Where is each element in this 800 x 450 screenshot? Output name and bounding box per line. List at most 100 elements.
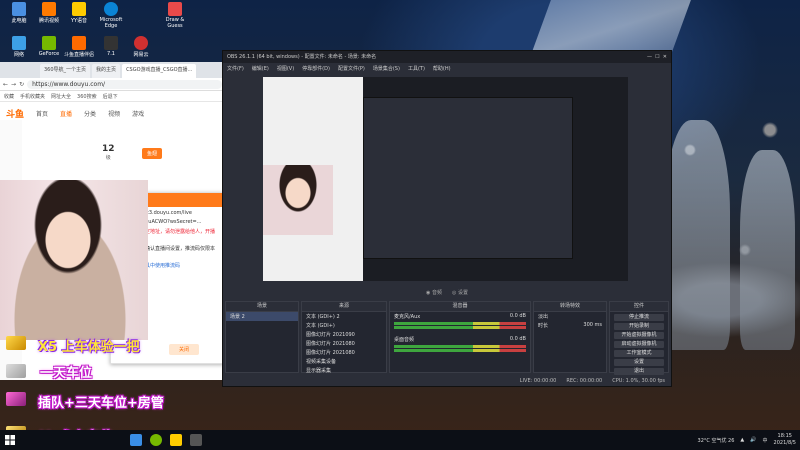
source-item[interactable]: 图像幻灯片 2021090	[302, 330, 386, 339]
address-bar: ← → ↻ https://www.douyu.com/	[0, 78, 225, 91]
browser-tab-strip: 360导航_一个主页 我的主页 CSGO游戏直播_CSGO直播...	[0, 62, 225, 78]
nav-games[interactable]: 游戏	[132, 109, 144, 118]
desktop-icon-this-pc[interactable]: 此电脑	[4, 2, 34, 24]
taskbar-app-icon[interactable]	[130, 434, 142, 446]
forward-icon[interactable]: →	[11, 81, 16, 88]
nav-category[interactable]: 分类	[84, 109, 96, 118]
clock[interactable]: 18:15 2021/8/5	[774, 433, 796, 447]
source-item[interactable]: 视频采集设备	[302, 357, 386, 366]
stop-streaming-button[interactable]: 停止推流	[614, 314, 664, 321]
car-icon	[6, 364, 26, 378]
dock-title: 转场特效	[534, 302, 606, 312]
yy-icon	[72, 2, 86, 16]
obs-preview-toolbar: ◉ 音频 ◎ 设置	[223, 289, 671, 299]
source-item[interactable]: 显示器采集	[302, 366, 386, 375]
menu-scene-collection[interactable]: 场景集合(S)	[373, 65, 400, 72]
obs-window: OBS 26.1.1 (64 bit, windows) - 配置文件: 未命名…	[222, 50, 672, 387]
desktop-icon-tencent-video[interactable]: 腾讯视频	[34, 2, 64, 24]
app-icon	[104, 36, 118, 50]
back-icon[interactable]: ←	[3, 81, 8, 88]
douyu-logo[interactable]: 斗鱼	[6, 107, 24, 120]
maximize-icon[interactable]: ☐	[655, 54, 659, 60]
bookmark-item[interactable]: 后退下	[103, 93, 118, 100]
desktop-icon-edge[interactable]: Microsoft Edge	[96, 2, 126, 29]
desktop-icon-network[interactable]: 网络	[4, 36, 34, 58]
source-item[interactable]: 图像幻灯片 2021080	[302, 348, 386, 357]
car-icon	[6, 392, 26, 406]
menu-tools[interactable]: 工具(T)	[408, 65, 425, 72]
stat-level: 12 级	[102, 144, 115, 161]
mixer-channel-name: 麦克风/Aux 0.0 dB	[394, 313, 526, 320]
obs-taskbar-icon[interactable]	[190, 434, 202, 446]
audio-toggle[interactable]: ◉ 音频	[426, 289, 442, 299]
nav-live[interactable]: 直播	[60, 109, 72, 118]
audio-meter	[394, 349, 526, 352]
nav-video[interactable]: 视频	[108, 109, 120, 118]
mixer-dock: 混音器 麦克风/Aux 0.0 dB 桌面音频 0.0 dB	[389, 301, 531, 373]
wallpaper-figure	[740, 150, 795, 350]
dock-title: 控件	[610, 302, 668, 312]
taskbar-app-icon[interactable]	[150, 434, 162, 446]
source-item[interactable]: 图像幻灯片 2021080	[302, 339, 386, 348]
browser-tab[interactable]: 我的主页	[92, 64, 121, 78]
transition-select[interactable]: 淡出	[534, 312, 606, 321]
ime-icon[interactable]: 中	[763, 437, 768, 444]
virtualcam-button[interactable]: 启动虚拟摄像机	[614, 341, 664, 348]
bookmark-item[interactable]: 360搜索	[77, 93, 97, 100]
tencent-video-icon	[42, 2, 56, 16]
desktop-icon-geforce[interactable]: GeForce	[34, 36, 64, 57]
menu-help[interactable]: 帮助(H)	[433, 65, 451, 72]
bookmark-item[interactable]: 手机收藏夹	[20, 93, 45, 100]
browser-tab-active[interactable]: CSGO游戏直播_CSGO直播...	[122, 64, 197, 78]
system-tray: 32°C 空气优 26 ▲ 🔊 中 18:15 2021/8/5	[698, 430, 796, 450]
preview-webcam	[263, 165, 333, 235]
browser-tab[interactable]: 360导航_一个主页	[40, 64, 91, 78]
exit-button[interactable]: 退出	[614, 368, 664, 375]
desktop-icon-douyu[interactable]: 斗鱼直播伴侣	[64, 36, 94, 58]
desktop-icon-netease[interactable]: 网易云	[126, 36, 156, 58]
network-icon[interactable]: ▲	[740, 437, 744, 443]
close-button[interactable]: 关闭	[169, 344, 200, 355]
wallpaper-figure	[665, 120, 730, 350]
obs-title: OBS 26.1.1 (64 bit, windows) - 配置文件: 未命名…	[227, 54, 377, 60]
weather-widget[interactable]: 32°C 空气优 26	[698, 437, 735, 444]
network-icon	[12, 36, 26, 50]
menu-edit[interactable]: 编辑(E)	[252, 65, 269, 72]
controls-dock: 控件 停止推流 开始录制 开始虚拟摄像机 启动虚拟摄像机 工作室模式 设置 退出	[609, 301, 669, 375]
dock-title: 场景	[226, 302, 298, 312]
menu-view[interactable]: 视图(V)	[277, 65, 294, 72]
settings-button[interactable]: 设置	[614, 359, 664, 366]
scene-item[interactable]: 场景 2	[226, 312, 298, 321]
source-item[interactable]: 文本 (GDI+) 2	[302, 312, 386, 321]
close-icon[interactable]: ✕	[663, 54, 667, 60]
volume-icon[interactable]: 🔊	[750, 437, 756, 443]
obs-preview[interactable]	[263, 77, 628, 281]
start-virtualcam-button[interactable]: 开始虚拟摄像机	[614, 332, 664, 339]
url-input[interactable]: https://www.douyu.com/	[27, 79, 222, 89]
desktop-icon-yy[interactable]: YY语音	[64, 2, 94, 24]
minimize-icon[interactable]: —	[647, 54, 652, 60]
car-icon	[6, 336, 26, 350]
rec-timer: REC: 00:00:00	[566, 378, 603, 384]
douyu-icon	[72, 36, 86, 50]
studio-mode-button[interactable]: 工作室模式	[614, 350, 664, 357]
computer-icon	[12, 2, 26, 16]
menu-profile[interactable]: 配置文件(P)	[338, 65, 365, 72]
settings-toggle[interactable]: ◎ 设置	[452, 289, 468, 299]
refresh-icon[interactable]: ↻	[19, 81, 24, 88]
start-button[interactable]	[0, 430, 20, 450]
stat-button[interactable]: 鱼翅	[142, 148, 163, 159]
bookmark-item[interactable]: 收藏	[4, 93, 14, 100]
bookmark-item[interactable]: 网址大全	[51, 93, 71, 100]
duration-field[interactable]: 时长 300 ms	[534, 321, 606, 330]
desktop-icon-71[interactable]: 7.1	[96, 36, 126, 57]
desktop-icon-draw-guess[interactable]: Draw & Guess	[160, 2, 190, 29]
audio-meter	[394, 322, 526, 325]
taskbar-app-icon[interactable]	[170, 434, 182, 446]
menu-docks[interactable]: 停靠部件(D)	[302, 65, 330, 72]
cpu-fps: CPU: 1.0%, 30.00 fps	[612, 378, 665, 384]
menu-file[interactable]: 文件(F)	[227, 65, 244, 72]
nav-home[interactable]: 首页	[36, 109, 48, 118]
start-recording-button[interactable]: 开始录制	[614, 323, 664, 330]
source-item[interactable]: 文本 (GDI+)	[302, 321, 386, 330]
